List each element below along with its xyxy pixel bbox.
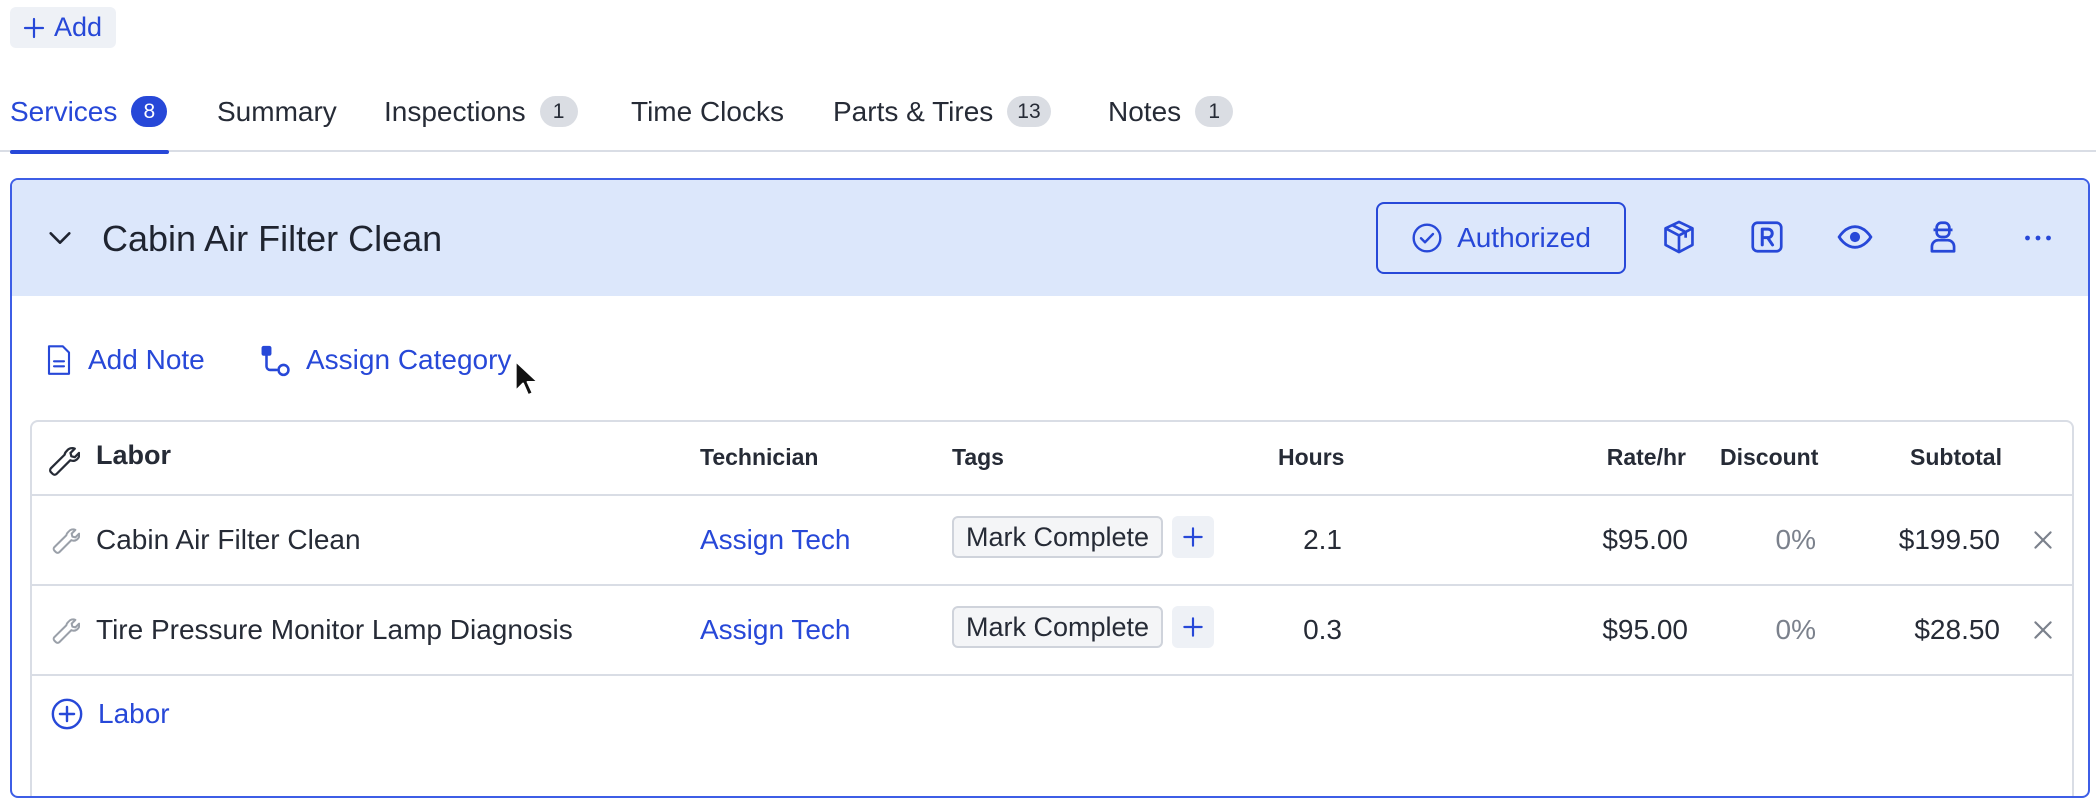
tab-services[interactable]: Services 8 — [10, 82, 169, 154]
mark-complete-tag[interactable]: Mark Complete — [952, 606, 1164, 648]
tab-label: Notes — [1108, 96, 1182, 127]
discount-value: 0% — [1775, 524, 1816, 555]
labor-name: Cabin Air Filter Clean — [96, 524, 361, 555]
package-icon[interactable] — [1660, 218, 1698, 256]
add-note-button[interactable]: Add Note — [44, 340, 205, 380]
category-icon — [261, 345, 290, 377]
discount-value: 0% — [1775, 614, 1816, 645]
wrench-icon — [52, 618, 80, 644]
mark-complete-tag[interactable]: Mark Complete — [952, 516, 1164, 558]
close-icon[interactable] — [2030, 527, 2056, 553]
plus-icon — [23, 17, 45, 38]
table-row: Cabin Air Filter Clean Assign Tech Mark … — [32, 496, 2072, 586]
more-icon[interactable] — [2020, 220, 2056, 256]
add-tag-button[interactable] — [1172, 606, 1214, 648]
subtotal-value: $199.50 — [1898, 524, 2000, 555]
r-badge-icon[interactable] — [1748, 218, 1786, 256]
discount-column-header: Discount — [1720, 444, 1819, 470]
note-icon — [47, 345, 71, 375]
assign-category-label: Assign Category — [306, 344, 512, 375]
tab-count-badge: 13 — [1007, 96, 1051, 127]
tab-time-clocks[interactable]: Time Clocks — [631, 82, 784, 152]
wrench-icon — [49, 447, 80, 476]
technician-column-header: Technician — [700, 444, 819, 470]
add-tag-button[interactable] — [1172, 516, 1214, 558]
rate-value: $95.00 — [1602, 524, 1688, 555]
add-button-label: Add — [54, 12, 103, 42]
authorized-button[interactable]: Authorized — [1376, 202, 1626, 274]
add-labor-button[interactable]: Labor — [50, 694, 170, 734]
service-title: Cabin Air Filter Clean — [102, 218, 443, 259]
labor-table: Labor Technician Tags Hours Rate/hr Disc… — [30, 420, 2074, 796]
eye-icon[interactable] — [1836, 218, 1874, 256]
tab-label: Inspections — [384, 96, 526, 127]
labor-column-header: Labor — [96, 440, 172, 470]
rate-value: $95.00 — [1602, 614, 1688, 645]
authorized-label: Authorized — [1457, 222, 1591, 253]
table-row: Tire Pressure Monitor Lamp Diagnosis Ass… — [32, 586, 2072, 676]
subtotal-value: $28.50 — [1914, 614, 2000, 645]
assign-tech-link[interactable]: Assign Tech — [700, 524, 850, 556]
tab-count-badge: 1 — [539, 96, 578, 127]
service-header: Cabin Air Filter Clean Authorized — [12, 180, 2088, 296]
tags-column-header: Tags — [952, 444, 1004, 470]
tab-summary[interactable]: Summary — [217, 82, 337, 152]
hours-column-header: Hours — [1278, 444, 1345, 470]
subtotal-column-header: Subtotal — [1910, 444, 2002, 470]
hours-value: 0.3 — [1303, 614, 1342, 645]
plus-circle-icon — [51, 698, 83, 730]
tab-label: Parts & Tires — [833, 96, 994, 127]
plus-icon — [1183, 527, 1203, 547]
tab-bar: Services 8 Summary Inspections 1 Time Cl… — [0, 82, 2096, 154]
check-circle-icon — [1412, 223, 1442, 253]
add-labor-label: Labor — [98, 698, 170, 729]
mouse-cursor-icon — [514, 360, 538, 396]
plus-icon — [1183, 617, 1203, 637]
tab-notes[interactable]: Notes 1 — [1108, 82, 1234, 152]
tab-count-badge: 1 — [1195, 96, 1234, 127]
tab-label: Services — [10, 96, 118, 127]
technician-icon[interactable] — [1924, 218, 1962, 256]
assign-tech-link[interactable]: Assign Tech — [700, 614, 850, 646]
wrench-icon — [52, 528, 80, 554]
rate-column-header: Rate/hr — [1606, 444, 1686, 470]
chevron-down-icon[interactable] — [46, 224, 74, 252]
tab-label: Time Clocks — [631, 96, 784, 127]
service-panel: Cabin Air Filter Clean Authorized Add No… — [10, 178, 2090, 798]
tab-inspections[interactable]: Inspections 1 — [384, 82, 578, 152]
tab-label: Summary — [217, 96, 337, 127]
add-note-label: Add Note — [88, 344, 205, 375]
tab-count-badge: 8 — [131, 96, 168, 127]
close-icon[interactable] — [2030, 617, 2056, 643]
table-header: Labor Technician Tags Hours Rate/hr Disc… — [32, 422, 2072, 496]
assign-category-button[interactable]: Assign Category — [258, 340, 511, 380]
add-button[interactable]: Add — [10, 7, 117, 48]
tab-parts-tires[interactable]: Parts & Tires 13 — [833, 82, 1051, 152]
hours-value: 2.1 — [1303, 524, 1342, 555]
labor-name: Tire Pressure Monitor Lamp Diagnosis — [96, 614, 573, 645]
